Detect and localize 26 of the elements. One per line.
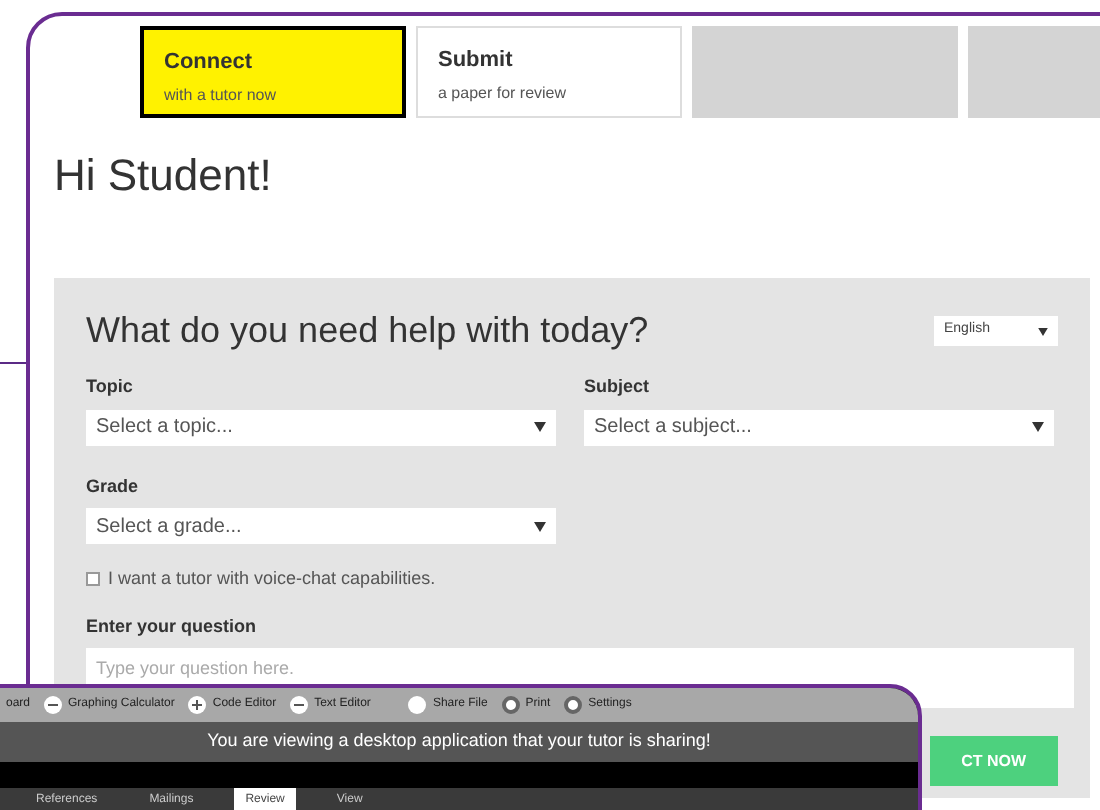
minus-icon [290, 696, 309, 714]
field-label: Subject [584, 374, 652, 400]
plus-icon [188, 696, 207, 714]
checkbox[interactable] [86, 572, 100, 587]
tab-title: Submit [438, 46, 515, 76]
tab-title: Connect [164, 48, 254, 78]
tab-subtitle: a paper for review [438, 81, 569, 105]
form-heading: What do you need help with today? [86, 308, 649, 354]
tab-subtitle: with a tutor now [164, 83, 279, 107]
minus-icon [44, 696, 63, 714]
subject-select[interactable]: Select a subject... [584, 409, 1054, 445]
nav-tab[interactable] [692, 26, 958, 118]
grade-select[interactable]: Select a grade... [86, 508, 556, 544]
nav-tab[interactable]: Connect with a tutor now [140, 26, 406, 118]
field-label: Topic [86, 374, 135, 400]
caret-icon [534, 422, 546, 432]
checkbox-label: I want a tutor with voice-chat capabilities. [108, 566, 436, 592]
nav-tab[interactable]: Submit a paper for review [416, 26, 682, 118]
caret-icon [1032, 422, 1044, 432]
banner-text: You are viewing a desktop application that your tutor is sharing! [207, 728, 711, 755]
caret-icon [1038, 327, 1048, 335]
field-label: Enter your question [86, 613, 259, 640]
field-label: Grade [86, 473, 141, 499]
greeting: Hi Student! [54, 154, 274, 198]
caret-icon [534, 521, 546, 531]
topic-select[interactable]: Select a topic... [86, 409, 556, 445]
